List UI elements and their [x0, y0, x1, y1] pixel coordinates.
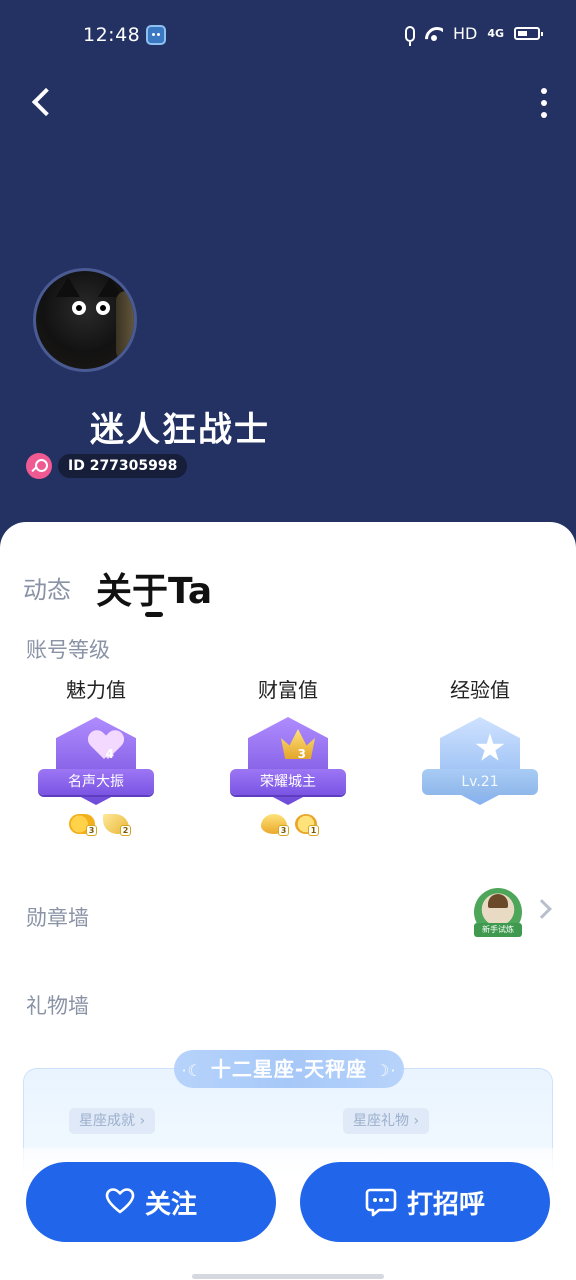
- dot-icon: [541, 88, 547, 94]
- follow-button[interactable]: 关注: [26, 1162, 276, 1242]
- chevron-right-icon[interactable]: [532, 899, 552, 919]
- status-time: 12:48: [83, 24, 141, 46]
- leaf-icon: 2: [103, 814, 131, 836]
- follow-label: 关注: [144, 1189, 197, 1220]
- battery-icon: [514, 27, 543, 40]
- section-title-account-level: 账号等级: [26, 638, 110, 662]
- female-gender-icon: [26, 453, 52, 479]
- greet-button[interactable]: 打招呼: [300, 1162, 550, 1242]
- chat-bubble-icon: [365, 1187, 397, 1217]
- zodiac-title-pill: ·☾ 十二星座-天秤座 ☽·: [174, 1050, 404, 1088]
- level-label: 经验值: [450, 678, 510, 702]
- badge-ribbon: 名声大振: [38, 769, 154, 795]
- avatar[interactable]: [33, 268, 137, 372]
- network-signal-icon: 4G: [487, 27, 504, 40]
- heart-outline-icon: [105, 1187, 135, 1217]
- star-icon: [475, 733, 505, 761]
- tab-dynamic[interactable]: 动态: [23, 570, 71, 605]
- moon-icon: ☽·: [375, 1061, 397, 1080]
- wifi-icon: [425, 27, 443, 41]
- tab-active-indicator: [145, 612, 163, 617]
- wealth-mini-badges: 3 1: [261, 814, 319, 836]
- tab-about[interactable]: 关于Ta: [96, 562, 212, 614]
- level-label: 财富值: [258, 678, 318, 702]
- greet-label: 打招呼: [406, 1189, 485, 1220]
- level-experience[interactable]: 经验值 Lv.21: [410, 674, 550, 809]
- status-icons: HD 4G: [404, 24, 543, 46]
- nickname: 迷人狂战士: [90, 410, 270, 450]
- zodiac-gift-tag[interactable]: 星座礼物 ›: [343, 1108, 430, 1134]
- dot-icon: [541, 112, 547, 118]
- flower-icon: 3: [69, 814, 97, 836]
- dot-icon: [541, 100, 547, 106]
- microphone-icon: [404, 25, 415, 46]
- home-indicator[interactable]: [192, 1274, 384, 1279]
- user-id-badge[interactable]: ID 277305998: [58, 454, 188, 478]
- section-title-medal-wall[interactable]: 勋章墙: [26, 902, 89, 932]
- hd-label: HD: [452, 24, 478, 43]
- back-button[interactable]: [24, 82, 64, 122]
- section-title-gift-wall: 礼物墙: [26, 994, 89, 1018]
- medal-name: 新手试炼: [474, 923, 522, 937]
- moon-icon: ·☾: [181, 1061, 203, 1080]
- more-options-button[interactable]: [532, 84, 556, 122]
- status-bar: 12:48 HD 4G: [0, 0, 576, 70]
- coin-icon: 1: [295, 814, 319, 836]
- level-label: 魅力值: [66, 678, 126, 702]
- app-notification-icon: [146, 25, 166, 45]
- charm-mini-badges: 3 2: [69, 814, 131, 836]
- badge-ribbon: Lv.21: [422, 769, 538, 795]
- badge-ribbon: 荣耀城主: [230, 769, 346, 795]
- zodiac-achievement-tag[interactable]: 星座成就 ›: [69, 1108, 156, 1134]
- level-charm[interactable]: 魅力值 4 名声大振: [26, 674, 166, 809]
- drop-icon: 3: [261, 814, 289, 836]
- level-wealth[interactable]: 财富值 3 荣耀城主: [218, 674, 358, 809]
